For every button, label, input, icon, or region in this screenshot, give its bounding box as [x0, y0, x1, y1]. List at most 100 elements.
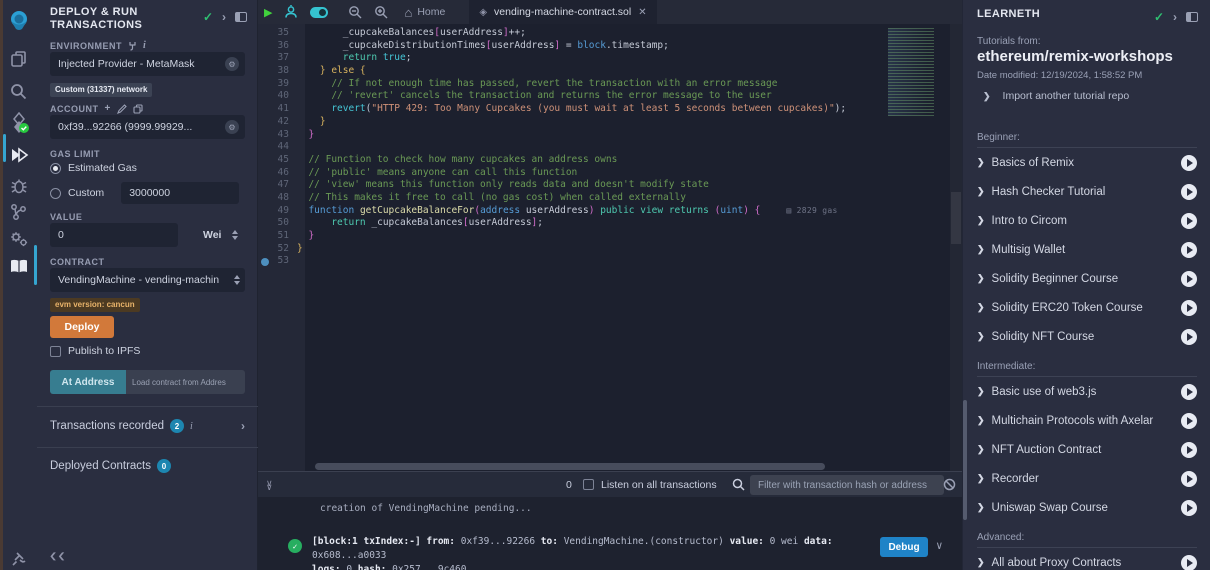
play-tutorial-icon[interactable] [1181, 384, 1197, 400]
play-tutorial-icon[interactable] [1181, 213, 1197, 229]
minimap[interactable] [888, 28, 946, 116]
git-icon[interactable] [0, 197, 37, 227]
tutorial-item[interactable]: ❯Multisig Wallet [977, 235, 1197, 264]
transactions-expand-icon[interactable]: › [241, 419, 245, 433]
tutorial-item[interactable]: ❯NFT Auction Contract [977, 435, 1197, 464]
code-line[interactable]: 49 function getCupcakeBalanceFor(address… [258, 205, 962, 218]
breakpoint-margin[interactable] [258, 205, 271, 218]
tutorial-item[interactable]: ❯Solidity Beginner Course [977, 264, 1197, 293]
custom-gas-option[interactable]: Custom [50, 182, 239, 204]
plug-icon[interactable] [128, 41, 137, 51]
code-line[interactable]: 45 // Function to check how many cupcake… [258, 154, 962, 167]
account-select[interactable]: 0xf39...92266 (9999.99929... ⚙ [50, 115, 245, 139]
account-settings-icon[interactable]: ⚙ [225, 120, 239, 134]
editor-vscrollbar[interactable] [950, 24, 962, 485]
transactions-info-icon[interactable]: i [190, 421, 193, 432]
assistant-icon[interactable] [278, 0, 304, 24]
play-tutorial-icon[interactable] [1181, 155, 1197, 171]
settings-icon[interactable] [0, 224, 37, 254]
code-line[interactable]: 51 } [258, 230, 962, 243]
editor-hscrollbar[interactable] [315, 463, 825, 470]
debug-button[interactable]: Debug [880, 537, 928, 557]
code-line[interactable]: 44 [258, 141, 962, 154]
environment-select[interactable]: Injected Provider - MetaMask ⚙ [50, 52, 245, 76]
tutorial-item[interactable]: ❯Uniswap Swap Course [977, 493, 1197, 522]
play-tutorial-icon[interactable] [1181, 442, 1197, 458]
contract-updown-icon[interactable] [234, 275, 240, 285]
remix-logo-icon[interactable] [0, 6, 37, 36]
play-tutorial-icon[interactable] [1181, 555, 1197, 570]
breakpoint-margin[interactable] [258, 154, 271, 167]
code-line[interactable]: 38 } else { [258, 65, 962, 78]
tutorial-item[interactable]: ❯Solidity ERC20 Token Course [977, 293, 1197, 322]
publish-ipfs-checkbox[interactable] [50, 346, 61, 357]
code-line[interactable]: 53 [258, 255, 962, 268]
code-line[interactable]: 47 // 'view' means this function only re… [258, 179, 962, 192]
breakpoint-margin[interactable] [258, 243, 271, 256]
breakpoint-margin[interactable] [258, 78, 271, 91]
file-tab[interactable]: ◈ vending-machine-contract.sol ✕ [469, 0, 656, 24]
breakpoint-margin[interactable] [258, 179, 271, 192]
listen-all-option[interactable]: Listen on all transactions [583, 479, 717, 491]
play-tutorial-icon[interactable] [1181, 413, 1197, 429]
tutorial-item[interactable]: ❯Hash Checker Tutorial [977, 177, 1197, 206]
learneth-expand-icon[interactable]: › [1173, 10, 1177, 24]
value-unit-select[interactable]: Wei [203, 229, 221, 241]
publish-ipfs-option[interactable]: Publish to IPFS [50, 345, 140, 357]
tutorial-item[interactable]: ❯Solidity NFT Course [977, 322, 1197, 351]
run-script-icon[interactable]: ▶ [258, 0, 278, 24]
file-explorer-icon[interactable] [0, 44, 37, 74]
transactions-recorded-section[interactable]: Transactions recorded 2 i › [50, 419, 245, 433]
estimated-gas-option[interactable]: Estimated Gas [50, 162, 137, 174]
tutorial-item[interactable]: ❯Basic use of web3.js [977, 377, 1197, 406]
play-tutorial-icon[interactable] [1181, 500, 1197, 516]
play-tutorial-icon[interactable] [1181, 329, 1197, 345]
custom-gas-radio[interactable] [50, 188, 61, 199]
code-line[interactable]: 46 // 'public' means anyone can call thi… [258, 167, 962, 180]
import-repo-row[interactable]: ❯ Import another tutorial repo [983, 90, 1129, 102]
breakpoint-margin[interactable] [258, 27, 271, 40]
breakpoint-margin[interactable] [258, 52, 271, 65]
unit-updown-icon[interactable] [232, 230, 238, 240]
zoom-out-icon[interactable] [342, 0, 368, 24]
panel-pin-icon[interactable] [235, 12, 247, 22]
close-tab-icon[interactable]: ✕ [638, 7, 646, 18]
deploy-button[interactable]: Deploy [50, 316, 114, 338]
copy-account-icon[interactable] [133, 104, 143, 114]
search-icon[interactable] [0, 76, 37, 106]
tx-expand-icon[interactable]: ∨ [936, 539, 943, 552]
code-line[interactable]: 52} [258, 243, 962, 256]
play-tutorial-icon[interactable] [1181, 271, 1197, 287]
breakpoint-margin[interactable] [258, 103, 271, 116]
code-line[interactable]: 35 _cupcakeBalances[userAddress]++; [258, 27, 962, 40]
play-tutorial-icon[interactable] [1181, 300, 1197, 316]
tutorial-item[interactable]: ❯Basics of Remix [977, 148, 1197, 177]
collapse-panel-icon[interactable]: ❮❮ [49, 552, 66, 561]
breakpoint-margin[interactable] [258, 255, 271, 268]
edit-account-icon[interactable] [117, 104, 127, 114]
contract-select[interactable]: VendingMachine - vending-machin [50, 268, 245, 292]
breakpoint-margin[interactable] [258, 116, 271, 129]
play-tutorial-icon[interactable] [1181, 184, 1197, 200]
breakpoint-margin[interactable] [258, 65, 271, 78]
panel-expand-icon[interactable]: › [222, 10, 226, 24]
breakpoint-margin[interactable] [258, 40, 271, 53]
breakpoint-margin[interactable] [258, 217, 271, 230]
code-line[interactable]: 39 // If not enough time has passed, rev… [258, 78, 962, 91]
terminal-filter-input[interactable] [750, 475, 944, 495]
deployed-contracts-section[interactable]: Deployed Contracts 0 [50, 459, 245, 473]
custom-gas-input[interactable] [121, 182, 239, 204]
code-line[interactable]: 50 return _cupcakeBalances[userAddress]; [258, 217, 962, 230]
breakpoint-margin[interactable] [258, 129, 271, 142]
breakpoint-margin[interactable] [258, 167, 271, 180]
home-tab[interactable]: ⌂ Home [394, 5, 455, 20]
tx-log-line[interactable]: [block:1 txIndex:-] from: 0xf39...92266 … [312, 535, 912, 570]
info-icon[interactable]: i [143, 40, 146, 51]
code-line[interactable]: 37 return true; [258, 52, 962, 65]
code-line[interactable]: 41 revert("HTTP 429: Too Many Cupcakes (… [258, 103, 962, 116]
play-tutorial-icon[interactable] [1181, 471, 1197, 487]
tutorial-item[interactable]: ❯Recorder [977, 464, 1197, 493]
learneth-book-icon[interactable] [0, 252, 37, 282]
deploy-run-icon[interactable] [0, 140, 37, 170]
learneth-pin-icon[interactable] [1186, 12, 1198, 22]
